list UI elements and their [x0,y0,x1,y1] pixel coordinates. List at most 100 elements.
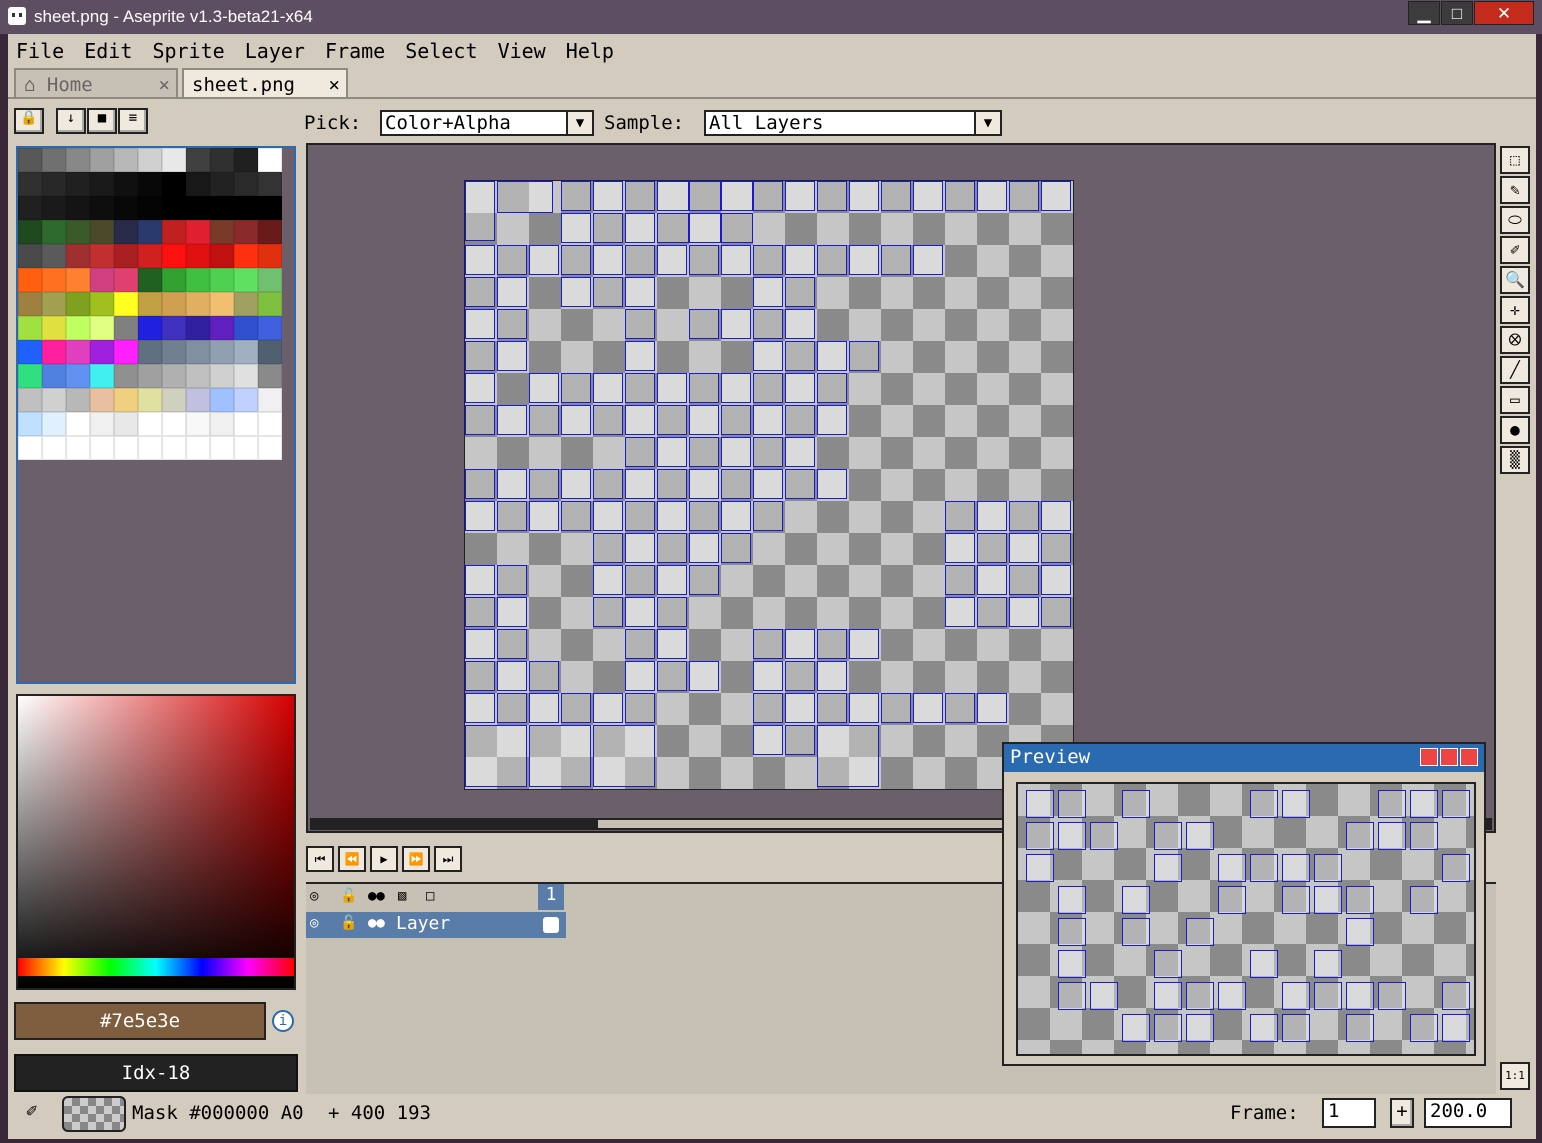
mask-color-button[interactable] [62,1096,126,1132]
tab-sheet[interactable]: sheet.png × [182,68,348,98]
chevron-down-icon[interactable]: ▼ [566,110,594,136]
eraser-icon[interactable]: ⬭ [1500,206,1530,234]
play-button[interactable]: ▶ [370,846,398,872]
palette-swatch[interactable] [138,340,162,364]
palette-swatch[interactable] [90,220,114,244]
palette-swatch[interactable] [258,292,282,316]
palette-swatch[interactable] [18,244,42,268]
palette-swatch[interactable] [138,244,162,268]
eyedropper-icon[interactable]: ✐ [1500,236,1530,264]
palette-swatch[interactable] [162,412,186,436]
hue-slider[interactable] [18,958,294,976]
palette-swatch[interactable] [162,172,186,196]
menu-layer[interactable]: Layer [245,39,305,63]
palette-swatch[interactable] [114,220,138,244]
palette-swatch[interactable] [234,316,258,340]
down-arrow-icon[interactable]: ↓ [56,108,86,134]
menu-file[interactable]: File [16,39,64,63]
palette-swatch[interactable] [138,436,162,460]
palette-swatch[interactable] [210,316,234,340]
palette-swatch[interactable] [210,148,234,172]
palette-swatch[interactable] [210,220,234,244]
palette-swatch[interactable] [234,148,258,172]
preview-window[interactable]: Preview [1002,742,1486,1066]
palette-swatch[interactable] [234,244,258,268]
sprite-sheet[interactable] [464,180,1074,790]
palette-swatch[interactable] [66,364,90,388]
palette-swatch[interactable] [138,364,162,388]
lock-icon[interactable]: 🔓 [340,888,357,904]
palette-swatch[interactable] [18,220,42,244]
last-frame-button[interactable]: ⏭ [434,846,462,872]
spray-icon[interactable]: ▒ [1500,446,1530,474]
palette-swatch[interactable] [18,316,42,340]
palette-swatch[interactable] [42,436,66,460]
palette-swatch[interactable] [162,220,186,244]
menu-icon[interactable]: ≡ [118,108,148,134]
palette-swatch[interactable] [42,172,66,196]
hex-color-button[interactable]: #7e5e3e [14,1002,266,1040]
palette-swatch[interactable] [66,148,90,172]
layer-row[interactable]: ◎ 🔓 ●● Layer [306,912,538,938]
palette-swatch[interactable] [162,340,186,364]
minimize-button[interactable]: ▁ [1408,1,1440,25]
palette-swatch[interactable] [210,436,234,460]
square-icon[interactable]: ■ [87,108,117,134]
menu-frame[interactable]: Frame [325,39,385,63]
palette-swatch[interactable] [258,364,282,388]
palette-swatch[interactable] [138,292,162,316]
palette-swatch[interactable] [42,268,66,292]
palette-swatch[interactable] [234,268,258,292]
palette-swatch[interactable] [210,196,234,220]
info-icon[interactable]: i [272,1010,294,1032]
tab-sheet-close-icon[interactable]: × [329,74,340,96]
color-palette[interactable] [18,148,286,460]
palette-swatch[interactable] [90,316,114,340]
palette-swatch[interactable] [186,268,210,292]
bucket-icon[interactable]: ⭙ [1500,326,1530,354]
cel[interactable] [538,912,566,938]
palette-swatch[interactable] [114,292,138,316]
palette-swatch[interactable] [66,220,90,244]
color-index-button[interactable]: Idx-18 [14,1054,298,1092]
palette-swatch[interactable] [162,292,186,316]
palette-swatch[interactable] [234,172,258,196]
palette-swatch[interactable] [114,364,138,388]
palette-swatch[interactable] [162,196,186,220]
palette-swatch[interactable] [42,220,66,244]
palette-swatch[interactable] [210,292,234,316]
palette-swatch[interactable] [162,364,186,388]
palette-swatch[interactable] [258,388,282,412]
palette-swatch[interactable] [42,148,66,172]
tab-home[interactable]: ⌂ Home × [14,68,178,98]
palette-swatch[interactable] [138,172,162,196]
palette-swatch[interactable] [186,148,210,172]
prev-frame-button[interactable]: ⏪ [338,846,366,872]
palette-swatch[interactable] [114,244,138,268]
layer-name[interactable]: Layer [396,913,450,934]
palette-swatch[interactable] [114,148,138,172]
zoom-icon[interactable]: 🔍 [1500,266,1530,294]
palette-swatch[interactable] [90,388,114,412]
palette-swatch[interactable] [90,340,114,364]
palette-swatch[interactable] [186,292,210,316]
maximize-button[interactable]: □ [1441,1,1473,25]
zoom-fit-button[interactable]: 1:1 [1500,1062,1530,1090]
pencil-icon[interactable]: ✎ [1500,176,1530,204]
palette-swatch[interactable] [258,244,282,268]
palette-swatch[interactable] [210,364,234,388]
palette-swatch[interactable] [66,436,90,460]
palette-swatch[interactable] [114,316,138,340]
palette-swatch[interactable] [186,244,210,268]
palette-swatch[interactable] [66,388,90,412]
palette-swatch[interactable] [162,148,186,172]
palette-swatch[interactable] [210,412,234,436]
palette-swatch[interactable] [138,220,162,244]
palette-swatch[interactable] [210,340,234,364]
palette-swatch[interactable] [114,268,138,292]
zoom-input[interactable]: 200.0 [1424,1098,1512,1128]
palette-swatch[interactable] [90,172,114,196]
menu-select[interactable]: Select [405,39,477,63]
palette-swatch[interactable] [186,412,210,436]
close-button[interactable]: ✕ [1474,1,1534,25]
